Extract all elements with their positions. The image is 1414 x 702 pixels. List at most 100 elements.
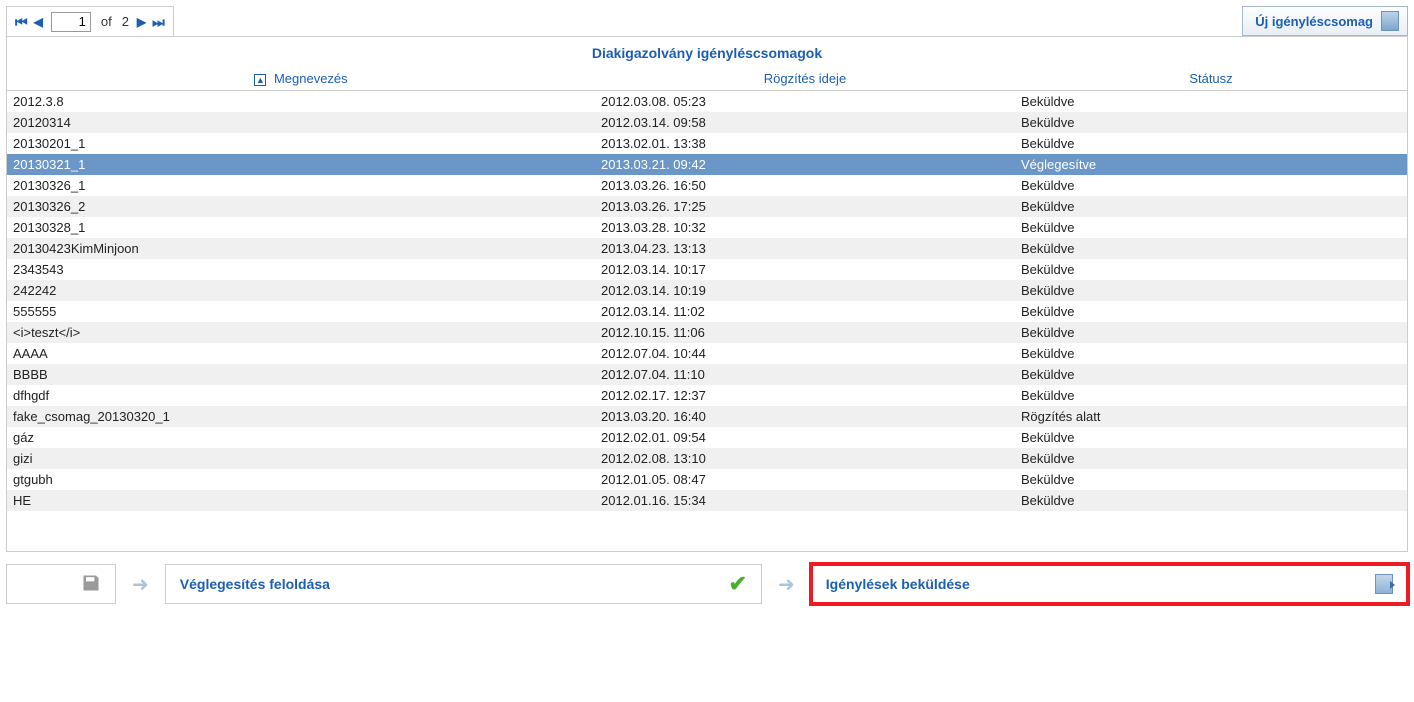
cell-name: 20130201_1 [7,133,595,154]
cell-date: 2013.02.01. 13:38 [595,133,1015,154]
cell-date: 2013.03.26. 16:50 [595,175,1015,196]
cell-date: 2012.03.14. 10:17 [595,259,1015,280]
cell-status: Beküldve [1015,343,1407,364]
first-page-icon[interactable]: ⏮ [13,15,30,29]
cell-status: Beküldve [1015,364,1407,385]
cell-name: 20130326_2 [7,196,595,217]
table-row[interactable]: 20130423KimMinjoon2013.04.23. 13:13Bekül… [7,238,1407,259]
cell-date: 2012.01.05. 08:47 [595,469,1015,490]
data-panel: Diakigazolvány igényléscsomagok ▲ Megnev… [6,36,1408,552]
table-row[interactable]: dfhgdf2012.02.17. 12:37Beküldve [7,385,1407,406]
table-row[interactable]: 201203142012.03.14. 09:58Beküldve [7,112,1407,133]
cell-status: Beküldve [1015,322,1407,343]
cell-name: 242242 [7,280,595,301]
table-row[interactable]: AAAA2012.07.04. 10:44Beküldve [7,343,1407,364]
table-row[interactable]: 20130326_22013.03.26. 17:25Beküldve [7,196,1407,217]
table-row[interactable]: 20130321_12013.03.21. 09:42Véglegesítve [7,154,1407,175]
table-row[interactable]: 23435432012.03.14. 10:17Beküldve [7,259,1407,280]
table-row[interactable]: gtgubh2012.01.05. 08:47Beküldve [7,469,1407,490]
column-status-label: Státusz [1189,71,1232,86]
table-row[interactable]: BBBB2012.07.04. 11:10Beküldve [7,364,1407,385]
cell-name: BBBB [7,364,595,385]
cell-name: HE [7,490,595,511]
cell-status: Rögzítés alatt [1015,406,1407,427]
bottom-bar: ➜ Véglegesítés feloldása ✔ ➜ Igénylések … [0,558,1414,614]
table-row[interactable]: 5555552012.03.14. 11:02Beküldve [7,301,1407,322]
table-row[interactable]: 2012.3.82012.03.08. 05:23Beküldve [7,91,1407,113]
new-package-icon [1381,11,1399,31]
table-row[interactable]: HE2012.01.16. 15:34Beküldve [7,490,1407,511]
column-date-label: Rögzítés ideje [764,71,846,86]
prev-page-icon[interactable]: ◀ [32,16,45,28]
cell-status: Beküldve [1015,175,1407,196]
cell-date: 2012.03.14. 11:02 [595,301,1015,322]
unlock-finalize-label: Véglegesítés feloldása [180,576,330,592]
cell-status: Beküldve [1015,112,1407,133]
column-name[interactable]: ▲ Megnevezés [7,67,595,91]
cell-name: 20120314 [7,112,595,133]
cell-name: <i>teszt</i> [7,322,595,343]
arrow-icon: ➜ [126,572,155,597]
table-row[interactable]: <i>teszt</i>2012.10.15. 11:06Beküldve [7,322,1407,343]
total-pages: 2 [122,14,129,29]
packages-table: ▲ Megnevezés Rögzítés ideje Státusz 2012… [7,67,1407,511]
check-icon: ✔ [729,571,747,597]
cell-status: Beküldve [1015,301,1407,322]
submit-requests-label: Igénylések beküldése [826,576,970,592]
cell-date: 2013.03.26. 17:25 [595,196,1015,217]
cell-date: 2012.07.04. 11:10 [595,364,1015,385]
cell-status: Beküldve [1015,217,1407,238]
cell-status: Beküldve [1015,280,1407,301]
table-row[interactable]: 2422422012.03.14. 10:19Beküldve [7,280,1407,301]
cell-date: 2013.03.21. 09:42 [595,154,1015,175]
table-row[interactable]: gizi2012.02.08. 13:10Beküldve [7,448,1407,469]
cell-status: Beküldve [1015,385,1407,406]
cell-name: gtgubh [7,469,595,490]
cell-name: 20130321_1 [7,154,595,175]
table-row[interactable]: fake_csomag_20130320_12013.03.20. 16:40R… [7,406,1407,427]
cell-date: 2013.03.28. 10:32 [595,217,1015,238]
cell-date: 2012.03.08. 05:23 [595,91,1015,113]
table-row[interactable]: 20130328_12013.03.28. 10:32Beküldve [7,217,1407,238]
cell-name: fake_csomag_20130320_1 [7,406,595,427]
next-page-icon[interactable]: ▶ [135,16,148,28]
cell-name: gáz [7,427,595,448]
cell-date: 2012.10.15. 11:06 [595,322,1015,343]
cell-date: 2012.03.14. 09:58 [595,112,1015,133]
cell-name: dfhgdf [7,385,595,406]
page-of-label: of [101,14,112,29]
cell-status: Beküldve [1015,196,1407,217]
sort-asc-icon: ▲ [254,74,266,86]
cell-status: Beküldve [1015,259,1407,280]
cell-status: Véglegesítve [1015,154,1407,175]
cell-name: 20130326_1 [7,175,595,196]
cell-name: 2012.3.8 [7,91,595,113]
table-row[interactable]: 20130201_12013.02.01. 13:38Beküldve [7,133,1407,154]
cell-name: gizi [7,448,595,469]
cell-date: 2012.01.16. 15:34 [595,490,1015,511]
cell-date: 2012.02.08. 13:10 [595,448,1015,469]
new-package-label: Új igényléscsomag [1255,14,1373,29]
column-status[interactable]: Státusz [1015,67,1407,91]
cell-status: Beküldve [1015,448,1407,469]
cell-name: 20130328_1 [7,217,595,238]
column-date[interactable]: Rögzítés ideje [595,67,1015,91]
cell-date: 2012.07.04. 10:44 [595,343,1015,364]
page-number-input[interactable] [51,12,91,32]
table-row[interactable]: gáz2012.02.01. 09:54Beküldve [7,427,1407,448]
cell-status: Beküldve [1015,133,1407,154]
submit-requests-button[interactable]: Igénylések beküldése [811,564,1408,604]
save-icon[interactable] [81,573,101,596]
cell-date: 2012.02.01. 09:54 [595,427,1015,448]
unlock-finalize-button[interactable]: Véglegesítés feloldása ✔ [165,564,762,604]
cell-name: 2343543 [7,259,595,280]
cell-status: Beküldve [1015,427,1407,448]
cell-status: Beküldve [1015,469,1407,490]
column-name-label: Megnevezés [274,71,348,86]
new-package-button[interactable]: Új igényléscsomag [1242,6,1408,36]
cell-date: 2013.03.20. 16:40 [595,406,1015,427]
arrow-icon: ➜ [772,572,801,597]
table-row[interactable]: 20130326_12013.03.26. 16:50Beküldve [7,175,1407,196]
panel-title: Diakigazolvány igényléscsomagok [7,37,1407,67]
last-page-icon[interactable]: ⏭ [150,15,167,29]
